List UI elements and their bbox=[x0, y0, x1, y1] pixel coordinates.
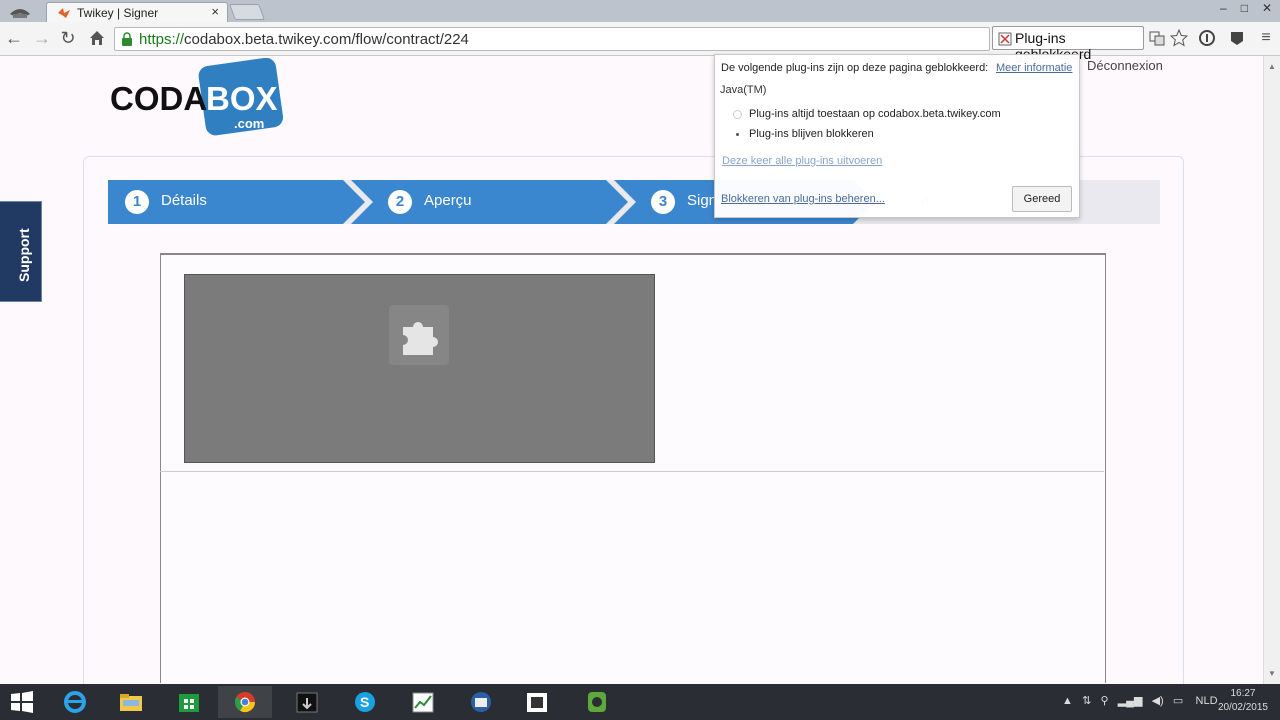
tray-chevron-icon[interactable]: ▲ bbox=[1062, 695, 1073, 707]
minimize-icon[interactable]: ‒ bbox=[1220, 1, 1227, 15]
done-button[interactable]: Gereed bbox=[1012, 186, 1072, 212]
chrome-icon bbox=[234, 692, 256, 713]
taskbar-chart-app[interactable] bbox=[396, 686, 450, 718]
frame-divider bbox=[160, 471, 1104, 472]
tray-network-icon[interactable]: ⇅ bbox=[1082, 695, 1091, 707]
skype-icon: S bbox=[355, 692, 375, 712]
svg-text:.com: .com bbox=[234, 116, 264, 131]
taskbar-skype[interactable]: S bbox=[338, 686, 392, 718]
evernote-icon bbox=[588, 692, 606, 712]
taskbar-ie[interactable] bbox=[48, 686, 102, 718]
taskbar-store[interactable] bbox=[162, 686, 216, 718]
chrome-profile-icon[interactable] bbox=[4, 2, 36, 20]
dark-app-icon bbox=[296, 692, 318, 713]
step-1-label[interactable]: Détails bbox=[161, 192, 207, 209]
popup-header: De volgende plug-ins zijn op deze pagina… bbox=[721, 62, 989, 74]
support-label: Support bbox=[16, 228, 32, 282]
taskbar-app-dark[interactable] bbox=[280, 686, 334, 718]
tray-usb-icon[interactable]: ⚲ bbox=[1100, 695, 1108, 707]
window-controls: ‒ □ ✕ bbox=[1220, 1, 1272, 15]
run-all-plugins-link[interactable]: Deze keer alle plug-ins uitvoeren bbox=[722, 155, 882, 167]
close-window-icon[interactable]: ✕ bbox=[1262, 1, 1272, 15]
blocked-plugin-icon bbox=[998, 32, 1012, 46]
folder-icon bbox=[120, 694, 142, 711]
tab-strip: Twikey | Signer × ‒ □ ✕ bbox=[0, 0, 1280, 22]
taskbar-window-app[interactable] bbox=[510, 686, 564, 718]
scroll-up-icon[interactable]: ▲ bbox=[1268, 62, 1276, 71]
clock-date: 20/02/2015 bbox=[1217, 702, 1268, 713]
address-bar[interactable]: https://codabox.beta.twikey.com/flow/con… bbox=[114, 27, 990, 51]
home-icon[interactable] bbox=[88, 29, 106, 47]
support-tab[interactable]: Support bbox=[0, 201, 42, 302]
step-2-label[interactable]: Aperçu bbox=[424, 192, 472, 209]
tray-signal-icon[interactable]: ▂▄▆ bbox=[1118, 695, 1143, 707]
extension-info-icon[interactable] bbox=[1198, 29, 1216, 47]
window-app-icon bbox=[527, 693, 547, 712]
taskbar-evernote[interactable] bbox=[570, 686, 624, 718]
logout-link[interactable]: Déconnexion bbox=[1087, 58, 1163, 73]
bookmark-star-icon[interactable] bbox=[1170, 29, 1188, 47]
plugins-blocked-popup: De volgende plug-ins zijn op deze pagina… bbox=[714, 54, 1080, 218]
maximize-icon[interactable]: □ bbox=[1241, 1, 1248, 15]
chart-app-icon bbox=[412, 692, 434, 713]
puzzle-piece-icon bbox=[389, 305, 449, 365]
reload-icon[interactable]: ↻ bbox=[58, 28, 78, 48]
translate-icon[interactable] bbox=[1148, 29, 1166, 47]
step-1-number: 1 bbox=[125, 190, 149, 214]
option-allow-label[interactable]: Plug-ins altijd toestaan op codabox.beta… bbox=[749, 108, 1001, 120]
twikey-favicon-icon bbox=[58, 8, 70, 18]
mail-client-icon bbox=[471, 692, 491, 712]
manage-plugins-link[interactable]: Blokkeren van plug-ins beheren... bbox=[721, 193, 885, 205]
radio-block[interactable] bbox=[733, 130, 742, 139]
svg-text:BOX: BOX bbox=[206, 80, 278, 117]
codabox-logo[interactable]: CODA BOX .com bbox=[110, 58, 285, 140]
clock-time: 16:27 bbox=[1230, 688, 1256, 699]
start-button[interactable] bbox=[0, 686, 44, 718]
tray-language[interactable]: NLD bbox=[1196, 695, 1218, 707]
windows-logo-icon bbox=[11, 691, 33, 713]
url-text: https://codabox.beta.twikey.com/flow/con… bbox=[139, 31, 469, 48]
tray-message-icon[interactable]: ▭ bbox=[1173, 695, 1183, 707]
step-3-number: 3 bbox=[651, 190, 675, 214]
plugins-blocked-badge[interactable]: Plug-ins geblokkeerd bbox=[992, 26, 1144, 62]
radio-allow[interactable] bbox=[733, 110, 742, 119]
scroll-down-icon[interactable]: ▼ bbox=[1268, 669, 1276, 678]
extension-icon[interactable] bbox=[1228, 29, 1246, 47]
browser-toolbar: ← → ↻ https://codabox.beta.twikey.com/fl… bbox=[0, 22, 1280, 62]
taskbar-explorer[interactable] bbox=[104, 686, 158, 718]
windows-taskbar: S ▲ ⇅ ⚲ ▂▄▆ ◀) ▭ NLD 16:27 20/02/2015 bbox=[0, 684, 1280, 720]
tab-close-icon[interactable]: × bbox=[211, 4, 219, 19]
tab-title: Twikey | Signer bbox=[77, 6, 159, 20]
taskbar-thunderbird[interactable] bbox=[454, 686, 508, 718]
taskbar-chrome[interactable] bbox=[218, 686, 272, 718]
back-arrow-icon[interactable]: ← bbox=[4, 28, 24, 48]
internet-explorer-icon bbox=[64, 691, 86, 713]
page-scrollbar[interactable]: ▲ ▼ bbox=[1263, 56, 1280, 684]
new-tab-button[interactable] bbox=[229, 4, 265, 20]
more-info-link[interactable]: Meer informatie bbox=[996, 62, 1072, 74]
svg-text:S: S bbox=[360, 694, 369, 710]
store-icon bbox=[179, 694, 199, 712]
option-block-label[interactable]: Plug-ins blijven blokkeren bbox=[749, 128, 874, 140]
step-2-number: 2 bbox=[388, 190, 412, 214]
menu-icon[interactable]: ≡ bbox=[1256, 28, 1276, 48]
tab-twikey[interactable]: Twikey | Signer × bbox=[46, 2, 228, 22]
plugin-name: Java(TM) bbox=[720, 84, 767, 96]
system-tray: ▲ ⇅ ⚲ ▂▄▆ ◀) ▭ NLD bbox=[1062, 694, 1218, 707]
svg-text:CODA: CODA bbox=[110, 80, 207, 117]
taskbar-clock[interactable]: 16:27 20/02/2015 bbox=[1218, 687, 1268, 715]
lock-icon bbox=[122, 32, 132, 46]
forward-arrow-icon[interactable]: → bbox=[32, 28, 52, 48]
tray-volume-icon[interactable]: ◀) bbox=[1152, 695, 1164, 707]
blocked-plugin-area[interactable] bbox=[184, 274, 655, 463]
